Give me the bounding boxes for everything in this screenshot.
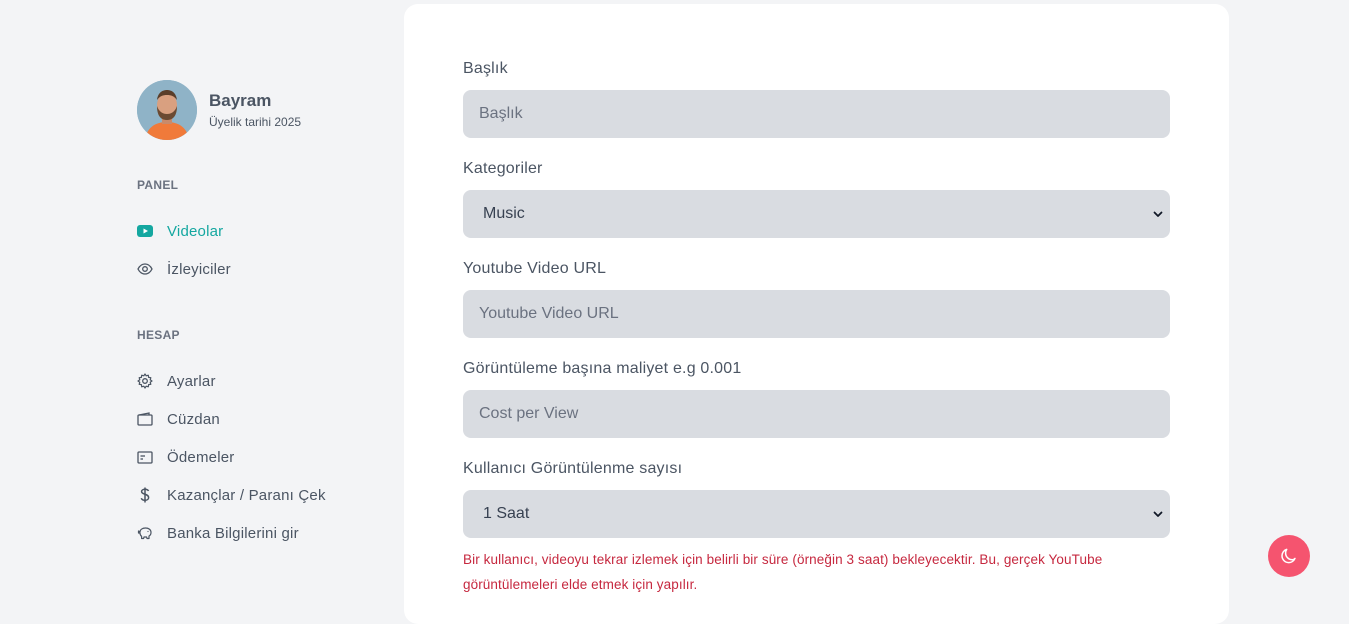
video-form-card: Başlık Kategoriler Music Youtube Video U… xyxy=(404,4,1229,624)
dark-mode-toggle-button[interactable] xyxy=(1268,535,1310,577)
chevron-down-icon xyxy=(1153,511,1163,517)
url-label: Youtube Video URL xyxy=(463,260,607,277)
sidebar-item-label: Videolar xyxy=(167,222,224,240)
sidebar-item-label: İzleyiciler xyxy=(167,260,231,278)
gear-icon xyxy=(137,373,153,389)
payments-icon xyxy=(137,449,153,465)
title-label: Başlık xyxy=(463,60,508,77)
profile-name: Bayram xyxy=(209,91,272,110)
cpv-label: Görüntüleme başına maliyet e.g 0.001 xyxy=(463,360,742,377)
sidebar-item-kazanclar[interactable]: Kazançlar / Paranı Çek xyxy=(137,476,377,514)
sidebar-item-ayarlar[interactable]: Ayarlar xyxy=(137,362,377,400)
views-selected-value: 1 Saat xyxy=(483,505,530,522)
cost-per-view-input[interactable] xyxy=(463,390,1170,438)
views-interval-select[interactable]: 1 Saat xyxy=(463,490,1170,538)
dollar-icon xyxy=(137,487,153,503)
sidebar-item-label: Ayarlar xyxy=(167,372,216,390)
avatar[interactable] xyxy=(137,80,197,140)
profile-header: Bayram Üyelik tarihi 2025 xyxy=(137,80,377,140)
moon-icon xyxy=(1281,548,1296,564)
section-label-panel: PANEL xyxy=(137,178,179,192)
categories-select[interactable]: Music xyxy=(463,190,1170,238)
chevron-down-icon xyxy=(1153,211,1163,217)
panel-nav: Videolar İzleyiciler xyxy=(137,212,377,288)
section-label-hesap: HESAP xyxy=(137,328,180,342)
categories-selected-value: Music xyxy=(483,205,525,222)
youtube-icon xyxy=(137,223,153,239)
piggy-bank-icon xyxy=(137,525,153,541)
title-input[interactable] xyxy=(463,90,1170,138)
views-label: Kullanıcı Görüntülenme sayısı xyxy=(463,460,683,477)
categories-label: Kategoriler xyxy=(463,160,543,177)
sidebar-item-label: Ödemeler xyxy=(167,448,235,466)
sidebar-item-label: Kazançlar / Paranı Çek xyxy=(167,486,326,504)
sidebar-item-izleyiciler[interactable]: İzleyiciler xyxy=(137,250,377,288)
member-since: Üyelik tarihi 2025 xyxy=(209,115,302,129)
sidebar-item-videolar[interactable]: Videolar xyxy=(137,212,377,250)
sidebar: Bayram Üyelik tarihi 2025 PANEL Videolar… xyxy=(137,80,377,552)
views-help-text: Bir kullanıcı, videoyu tekrar izlemek iç… xyxy=(463,552,1103,592)
sidebar-item-cuzdan[interactable]: Cüzdan xyxy=(137,400,377,438)
sidebar-item-odemeler[interactable]: Ödemeler xyxy=(137,438,377,476)
sidebar-item-label: Cüzdan xyxy=(167,410,220,428)
sidebar-item-label: Banka Bilgilerini gir xyxy=(167,524,299,542)
eye-icon xyxy=(137,261,153,277)
sidebar-item-banka[interactable]: Banka Bilgilerini gir xyxy=(137,514,377,552)
youtube-url-input[interactable] xyxy=(463,290,1170,338)
account-nav: Ayarlar Cüzdan Ödemeler Kazançlar / Para… xyxy=(137,362,377,552)
wallet-icon xyxy=(137,411,153,427)
